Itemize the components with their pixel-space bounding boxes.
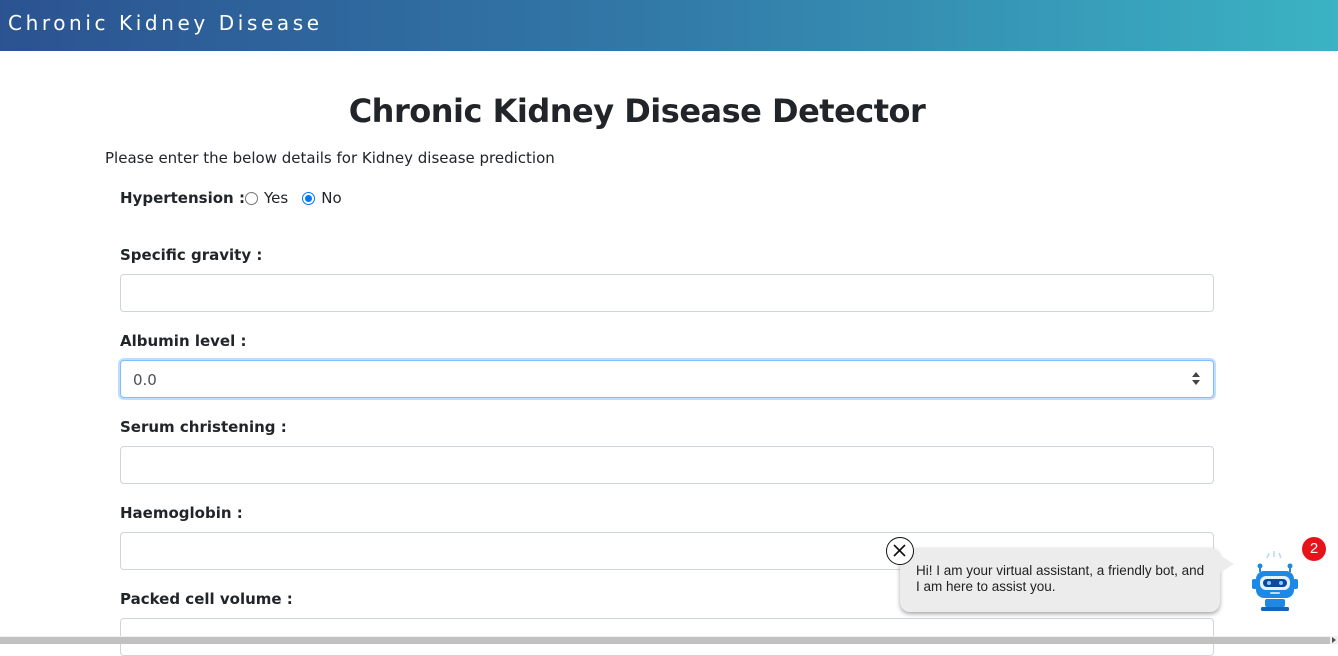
intro-text: Please enter the below details for Kidne… [105, 149, 555, 167]
hypertension-no-radio[interactable] [302, 191, 316, 205]
chat-greeting-bubble[interactable]: Hi! I am your virtual assistant, a frien… [900, 548, 1234, 612]
chat-close-button[interactable] [886, 537, 914, 565]
hypertension-yes-label[interactable]: Yes [264, 189, 288, 207]
hypertension-radio-group: Yes No [245, 189, 356, 207]
specific-gravity-input[interactable] [120, 274, 1214, 312]
haemoglobin-label: Haemoglobin : [120, 504, 243, 522]
number-spinner[interactable] [1191, 371, 1201, 387]
serum-christening-label: Serum christening : [120, 418, 287, 436]
navbar-brand[interactable]: Chronic Kidney Disease [8, 11, 323, 35]
robot-icon [1252, 551, 1298, 611]
horizontal-scrollbar[interactable] [0, 636, 1338, 644]
scrollbar-thumb[interactable] [0, 637, 1330, 644]
scroll-right-icon[interactable] [1332, 637, 1336, 643]
albumin-level-value: 0.0 [133, 371, 157, 389]
chat-greeting-text: Hi! I am your virtual assistant, a frien… [916, 563, 1205, 594]
albumin-level-input[interactable]: 0.0 [120, 360, 1214, 398]
page-title: Chronic Kidney Disease Detector [348, 92, 926, 130]
albumin-level-label: Albumin level : [120, 332, 247, 350]
spinner-down-icon[interactable] [1192, 380, 1200, 385]
hypertension-label: Hypertension : [120, 189, 245, 207]
notification-badge: 2 [1302, 537, 1326, 561]
hypertension-yes-radio[interactable] [245, 191, 258, 205]
hypertension-no-label[interactable]: No [321, 189, 341, 207]
serum-christening-input[interactable] [120, 446, 1214, 484]
close-icon [893, 544, 906, 557]
specific-gravity-label: Specific gravity : [120, 246, 263, 264]
top-navbar: Chronic Kidney Disease [0, 0, 1338, 51]
packed-cell-volume-label: Packed cell volume : [120, 590, 293, 608]
chatbot-launcher[interactable] [1248, 550, 1302, 612]
spinner-up-icon[interactable] [1192, 372, 1200, 377]
